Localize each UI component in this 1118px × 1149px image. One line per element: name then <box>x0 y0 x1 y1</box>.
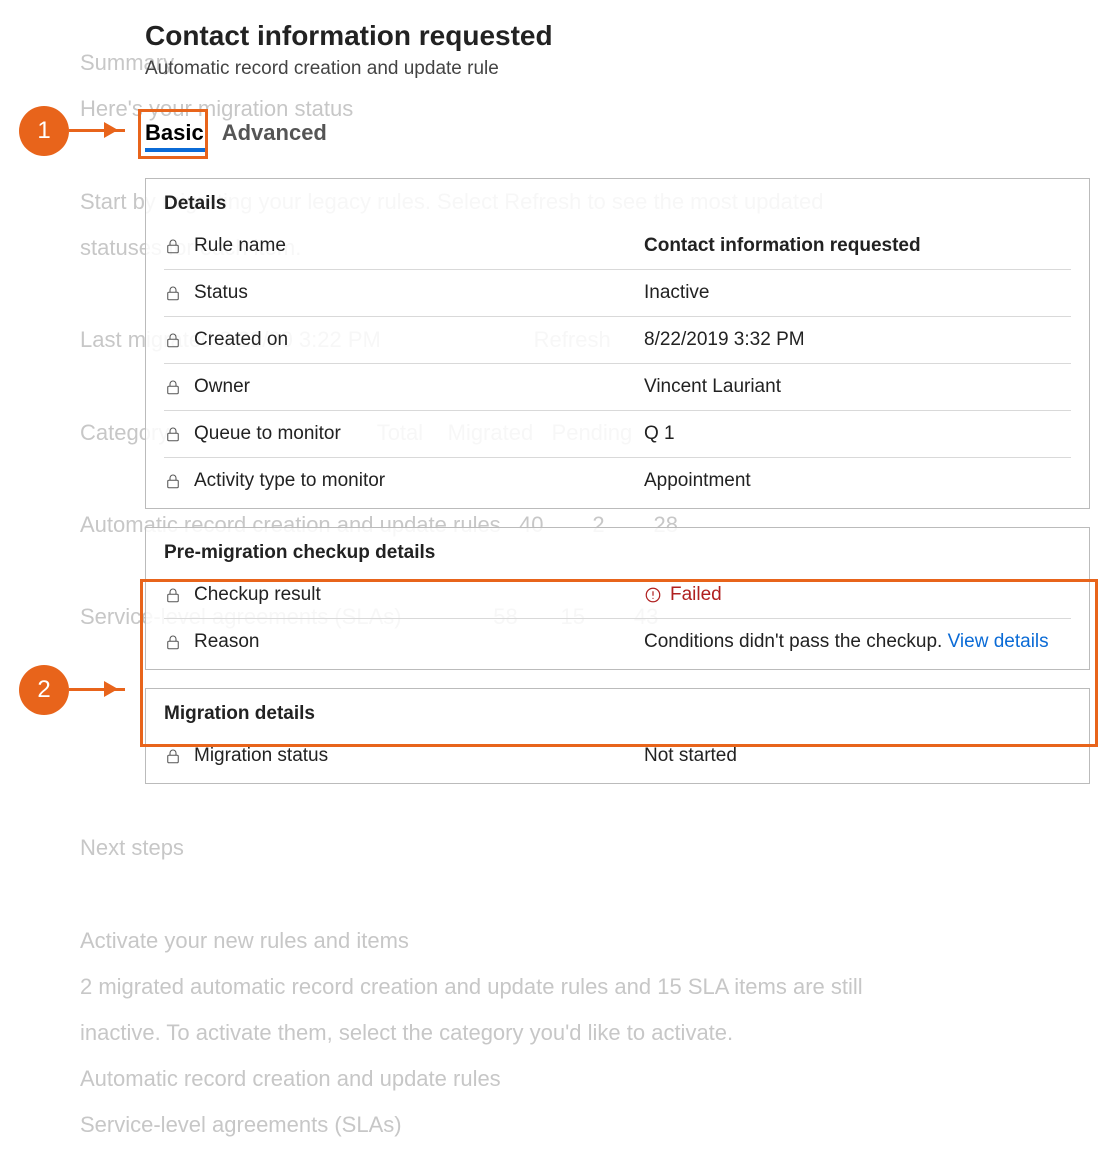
details-card: Details Rule name Contact information req… <box>145 178 1090 509</box>
migration-status-label: Migration status <box>194 745 328 767</box>
details-row: Rule name Contact information requested <box>164 223 1071 270</box>
lock-icon <box>164 633 182 651</box>
view-details-link[interactable]: View details <box>948 631 1049 652</box>
details-value: Inactive <box>644 282 1071 304</box>
details-value: Q 1 <box>644 423 1071 445</box>
details-label: Status <box>194 282 248 304</box>
arrow-1 <box>69 129 125 132</box>
details-value: 8/22/2019 3:32 PM <box>644 329 1071 351</box>
lock-icon <box>164 378 182 396</box>
reason-value: Conditions didn't pass the checkup. <box>644 631 948 652</box>
arrow-2 <box>69 688 125 691</box>
callout-1: 1 <box>19 106 69 156</box>
migration-status-value: Not started <box>644 745 1071 767</box>
tab-advanced[interactable]: Advanced <box>222 120 327 146</box>
premigration-heading: Pre-migration checkup details <box>164 542 1071 564</box>
lock-icon <box>164 472 182 490</box>
details-value: Appointment <box>644 470 1071 492</box>
lock-icon <box>164 284 182 302</box>
lock-icon <box>164 747 182 765</box>
tab-bar: Basic Advanced <box>145 120 1090 146</box>
main-panel: Contact information requested Automatic … <box>145 20 1090 802</box>
migration-heading: Migration details <box>164 703 1071 725</box>
checkup-result-label: Checkup result <box>194 584 321 606</box>
details-row: Activity type to monitor Appointment <box>164 458 1071 508</box>
lock-icon <box>164 586 182 604</box>
reason-label: Reason <box>194 631 260 653</box>
checkup-result-value: Failed <box>670 584 722 606</box>
page-subtitle: Automatic record creation and update rul… <box>145 58 1090 80</box>
lock-icon <box>164 237 182 255</box>
details-label: Rule name <box>194 235 286 257</box>
details-row: Owner Vincent Lauriant <box>164 364 1071 411</box>
details-label: Activity type to monitor <box>194 470 385 492</box>
details-label: Created on <box>194 329 288 351</box>
tab-basic[interactable]: Basic <box>145 120 204 146</box>
details-value: Contact information requested <box>644 235 1071 257</box>
premigration-card: Pre-migration checkup details Checkup re… <box>145 527 1090 670</box>
migration-card: Migration details Migration status Not s… <box>145 688 1090 784</box>
details-row: Created on 8/22/2019 3:32 PM <box>164 317 1071 364</box>
details-label: Owner <box>194 376 250 398</box>
page-title: Contact information requested <box>145 20 1090 52</box>
lock-icon <box>164 331 182 349</box>
lock-icon <box>164 425 182 443</box>
callout-2: 2 <box>19 665 69 715</box>
error-icon <box>644 586 662 604</box>
details-row: Queue to monitor Q 1 <box>164 411 1071 458</box>
details-value: Vincent Lauriant <box>644 376 1071 398</box>
details-heading: Details <box>164 193 1071 215</box>
details-label: Queue to monitor <box>194 423 341 445</box>
details-row: Status Inactive <box>164 270 1071 317</box>
